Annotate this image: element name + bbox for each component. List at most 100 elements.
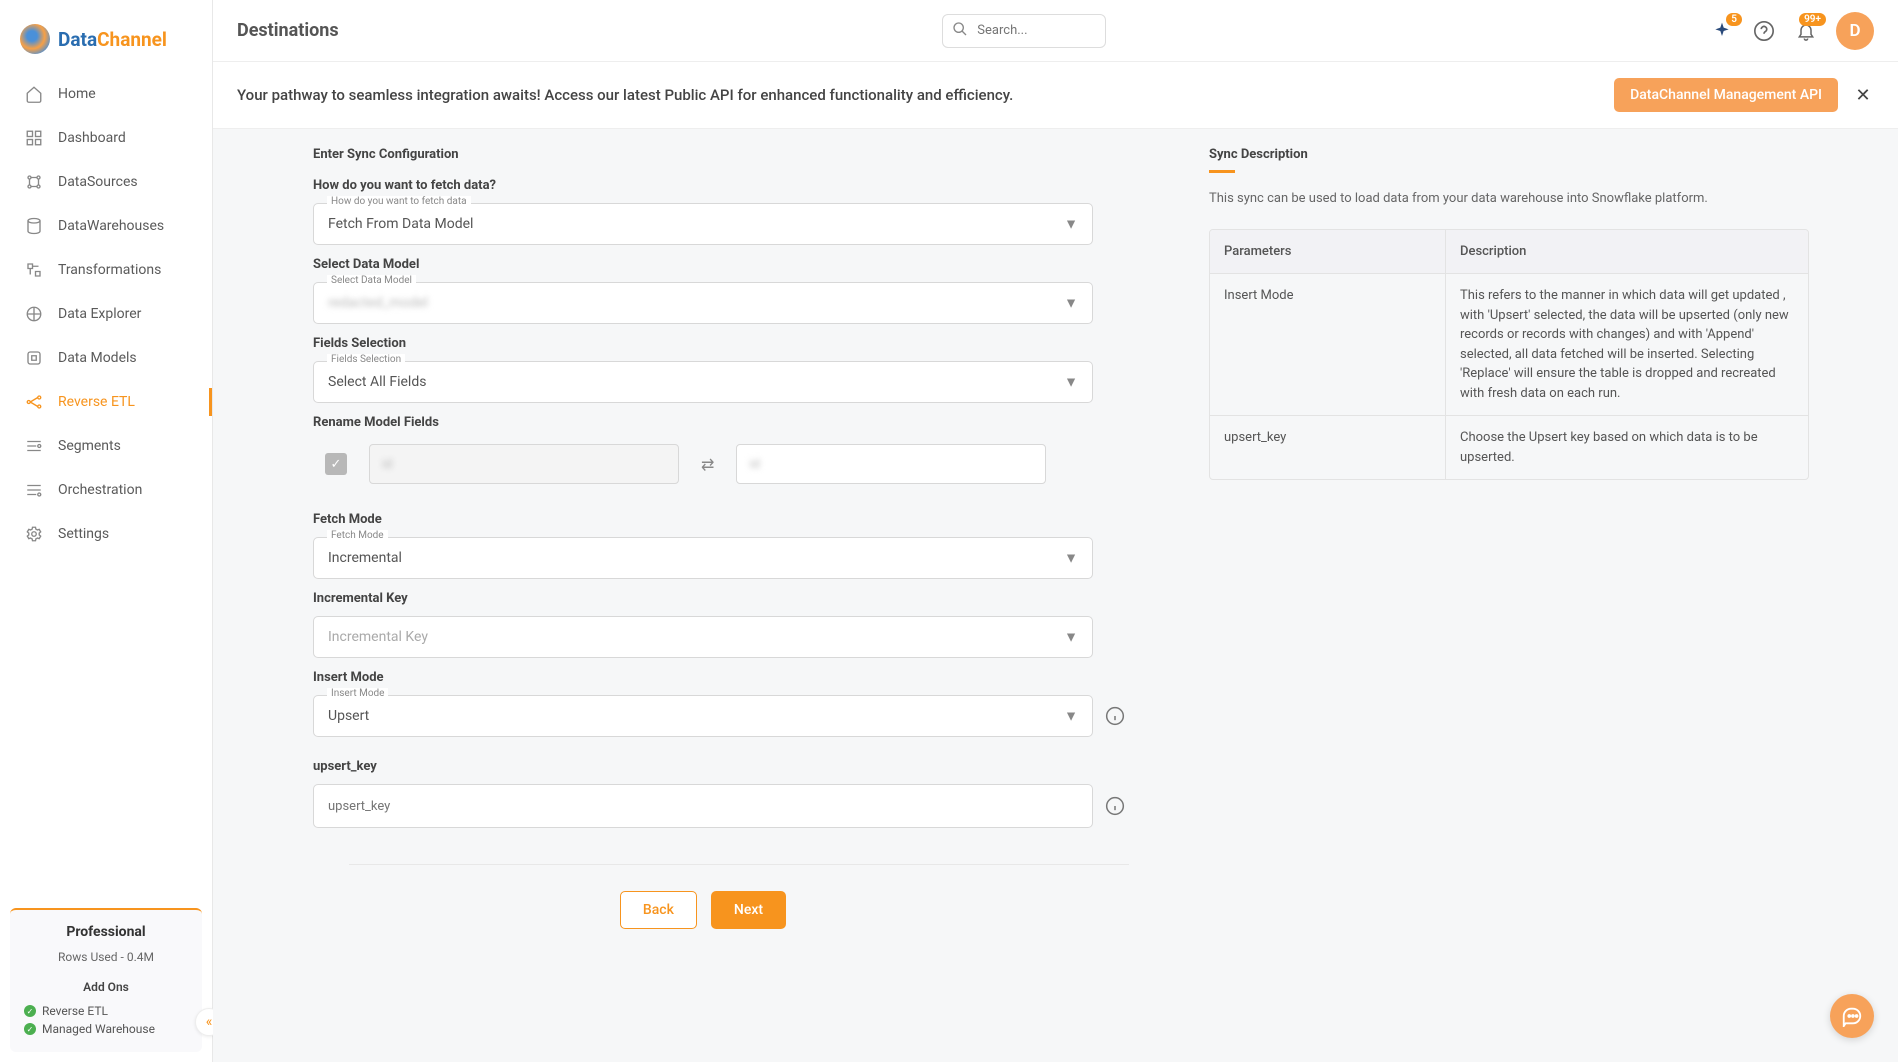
banner-text: Your pathway to seamless integration awa… bbox=[237, 86, 1013, 104]
sidebar: DataChannel Home Dashboard DataSources D… bbox=[0, 0, 213, 1062]
addon-reverse-etl: ✓Reverse ETL bbox=[20, 1002, 192, 1020]
nav-label: Transformations bbox=[58, 262, 161, 278]
nav-reverse-etl[interactable]: Reverse ETL bbox=[0, 380, 212, 424]
param-table-header: Parameters Description bbox=[1210, 230, 1808, 275]
dashboard-icon bbox=[24, 128, 44, 148]
nav-orchestration[interactable]: Orchestration bbox=[0, 468, 212, 512]
divider bbox=[349, 864, 1129, 865]
sparkle-button[interactable]: 5 bbox=[1710, 19, 1734, 43]
fields-selection-label: Fields Selection bbox=[313, 336, 1133, 351]
insert-mode-info-icon[interactable] bbox=[1105, 706, 1125, 726]
data-model-select[interactable]: redacted_model▼ bbox=[313, 282, 1093, 324]
banner: Your pathway to seamless integration awa… bbox=[213, 62, 1898, 129]
nav-data-explorer[interactable]: Data Explorer bbox=[0, 292, 212, 336]
upsert-key-input[interactable] bbox=[313, 784, 1093, 828]
nav-label: Data Models bbox=[58, 350, 137, 366]
upsert-key-label: upsert_key bbox=[313, 759, 1133, 774]
fetch-mode-label: Fetch Mode bbox=[313, 512, 1133, 527]
fetch-data-label: How do you want to fetch data? bbox=[313, 178, 1133, 193]
logo[interactable]: DataChannel bbox=[0, 0, 212, 72]
fetch-data-float: How do you want to fetch data bbox=[327, 196, 471, 207]
fetch-data-select[interactable]: Fetch From Data Model▼ bbox=[313, 203, 1093, 245]
nav-label: Home bbox=[58, 86, 96, 102]
nav-transformations[interactable]: Transformations bbox=[0, 248, 212, 292]
chevron-down-icon: ▼ bbox=[1064, 629, 1078, 646]
home-icon bbox=[24, 84, 44, 104]
nav-datasources[interactable]: DataSources bbox=[0, 160, 212, 204]
chevron-down-icon: ▼ bbox=[1064, 550, 1078, 567]
nav-label: Settings bbox=[58, 526, 109, 542]
gear-icon bbox=[24, 524, 44, 544]
check-icon: ✓ bbox=[24, 1005, 36, 1017]
chevron-down-icon: ▼ bbox=[1064, 374, 1078, 391]
chevron-down-icon: ▼ bbox=[1064, 708, 1078, 725]
sparkle-badge: 5 bbox=[1726, 13, 1742, 26]
param-row: upsert_key Choose the Upsert key based o… bbox=[1210, 416, 1808, 479]
banner-cta-button[interactable]: DataChannel Management API bbox=[1614, 78, 1838, 112]
rename-checkbox[interactable]: ✓ bbox=[325, 453, 347, 475]
info-column: Sync Description This sync can be used t… bbox=[1209, 147, 1809, 1038]
fetch-mode-select[interactable]: Incremental▼ bbox=[313, 537, 1093, 579]
info-desc: This sync can be used to load data from … bbox=[1209, 189, 1809, 209]
th-parameters: Parameters bbox=[1210, 230, 1446, 274]
rename-source-input[interactable]: id bbox=[369, 444, 679, 484]
fields-selection-float: Fields Selection bbox=[327, 354, 405, 365]
nav-label: Dashboard bbox=[58, 130, 126, 146]
nav-label: DataWarehouses bbox=[58, 218, 164, 234]
nav-dashboard[interactable]: Dashboard bbox=[0, 116, 212, 160]
top-right: 5 99+ D bbox=[1710, 12, 1874, 50]
addons-title: Add Ons bbox=[20, 980, 192, 994]
next-button[interactable]: Next bbox=[711, 891, 786, 929]
incremental-key-select[interactable]: Incremental Key▼ bbox=[313, 616, 1093, 658]
data-model-float: Select Data Model bbox=[327, 275, 416, 286]
check-icon: ✓ bbox=[24, 1023, 36, 1035]
td-desc: This refers to the manner in which data … bbox=[1446, 274, 1808, 415]
nav-label: Orchestration bbox=[58, 482, 142, 498]
nav-home[interactable]: Home bbox=[0, 72, 212, 116]
nav-settings[interactable]: Settings bbox=[0, 512, 212, 556]
back-button[interactable]: Back bbox=[620, 891, 697, 929]
incremental-key-label: Incremental Key bbox=[313, 591, 1133, 606]
td-param: upsert_key bbox=[1210, 416, 1446, 479]
nav-label: Reverse ETL bbox=[58, 394, 135, 410]
notifications-button[interactable]: 99+ bbox=[1794, 19, 1818, 43]
nav-data-models[interactable]: Data Models bbox=[0, 336, 212, 380]
reverse-etl-icon bbox=[24, 392, 44, 412]
chevron-down-icon: ▼ bbox=[1064, 295, 1078, 312]
search-icon bbox=[952, 21, 968, 41]
nav-segments[interactable]: Segments bbox=[0, 424, 212, 468]
segments-icon bbox=[24, 436, 44, 456]
plan-title: Professional bbox=[20, 924, 192, 940]
param-row: Insert Mode This refers to the manner in… bbox=[1210, 274, 1808, 416]
logo-icon bbox=[20, 24, 50, 54]
swap-icon: ⇄ bbox=[701, 455, 714, 474]
info-title: Sync Description bbox=[1209, 147, 1809, 162]
insert-mode-select[interactable]: Upsert▼ bbox=[313, 695, 1093, 737]
help-button[interactable] bbox=[1752, 19, 1776, 43]
avatar[interactable]: D bbox=[1836, 12, 1874, 50]
topbar: Destinations 5 99+ D bbox=[213, 0, 1898, 62]
section-title: Enter Sync Configuration bbox=[313, 147, 1133, 162]
warehouse-icon bbox=[24, 216, 44, 236]
insert-mode-label: Insert Mode bbox=[313, 670, 1133, 685]
transformations-icon bbox=[24, 260, 44, 280]
banner-close-button[interactable]: ✕ bbox=[1852, 84, 1874, 106]
fields-selection-select[interactable]: Select All Fields▼ bbox=[313, 361, 1093, 403]
nav-label: DataSources bbox=[58, 174, 138, 190]
search-wrap bbox=[942, 14, 1106, 48]
th-description: Description bbox=[1446, 230, 1808, 274]
param-table: Parameters Description Insert Mode This … bbox=[1209, 229, 1809, 481]
models-icon bbox=[24, 348, 44, 368]
logo-text: DataChannel bbox=[58, 28, 167, 51]
nav-datawarehouses[interactable]: DataWarehouses bbox=[0, 204, 212, 248]
rename-target-input[interactable]: id bbox=[736, 444, 1046, 484]
upsert-key-info-icon[interactable] bbox=[1105, 796, 1125, 816]
main: Destinations 5 99+ D Your pathway to sea… bbox=[213, 0, 1898, 1062]
content: Enter Sync Configuration How do you want… bbox=[213, 129, 1898, 1062]
insert-mode-float: Insert Mode bbox=[327, 688, 388, 699]
rename-row: ✓ id ⇄ id bbox=[313, 440, 1133, 492]
nav: Home Dashboard DataSources DataWarehouse… bbox=[0, 72, 212, 898]
chat-fab[interactable] bbox=[1830, 994, 1874, 1038]
notifications-badge: 99+ bbox=[1799, 13, 1826, 26]
explorer-icon bbox=[24, 304, 44, 324]
